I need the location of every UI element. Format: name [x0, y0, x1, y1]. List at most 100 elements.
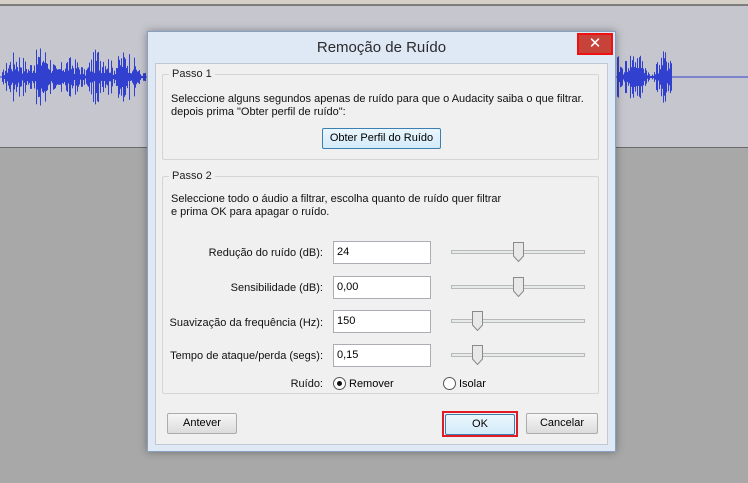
- waveform-sample: [119, 59, 120, 95]
- waveform-sample: [646, 70, 647, 84]
- waveform-sample: [47, 63, 48, 91]
- isolate-radio[interactable]: [443, 377, 456, 390]
- waveform-sample: [132, 71, 133, 83]
- isolate-option-label[interactable]: Isolar: [459, 378, 486, 390]
- cancel-button[interactable]: Cancelar: [526, 413, 598, 434]
- slider-thumb[interactable]: [472, 345, 483, 365]
- waveform-sample: [87, 68, 88, 86]
- sensitivity-label: Sensibilidade (dB):: [230, 282, 323, 294]
- waveform-sample: [661, 57, 662, 97]
- waveform-sample: [104, 73, 105, 81]
- slider-thumb[interactable]: [472, 311, 483, 331]
- waveform-sample: [105, 66, 106, 88]
- waveform-sample: [12, 71, 13, 83]
- attack-decay-field[interactable]: 0,15: [333, 344, 431, 367]
- attack-decay-slider[interactable]: [451, 345, 585, 365]
- remove-radio[interactable]: [333, 377, 346, 390]
- waveform-sample: [34, 65, 35, 89]
- slider-thumb[interactable]: [513, 242, 524, 262]
- waveform-sample: [107, 68, 108, 86]
- waveform-sample: [638, 68, 639, 86]
- ok-button[interactable]: OK: [445, 414, 515, 435]
- waveform-sample: [58, 69, 59, 85]
- frequency-smoothing-label: Suavização da frequência (Hz):: [169, 317, 323, 329]
- waveform-sample: [99, 70, 100, 84]
- waveform-sample: [651, 75, 652, 79]
- waveform-sample: [59, 69, 60, 85]
- waveform-sample: [80, 74, 81, 80]
- step1-instruction-line2: depois prima "Obter perfil de ruído":: [171, 106, 346, 118]
- waveform-sample: [52, 70, 53, 84]
- waveform-sample: [65, 68, 66, 86]
- waveform-sample: [620, 66, 621, 88]
- waveform-sample: [5, 70, 6, 84]
- waveform-sample: [643, 68, 644, 86]
- waveform-sample: [93, 52, 94, 102]
- waveform-sample: [18, 71, 19, 83]
- close-button[interactable]: ✕: [577, 33, 613, 55]
- remove-option-label[interactable]: Remover: [349, 378, 394, 390]
- waveform-sample: [9, 65, 10, 89]
- sensitivity-field[interactable]: 0,00: [333, 276, 431, 299]
- waveform-sample: [617, 57, 618, 97]
- waveform-sample: [115, 74, 116, 80]
- waveform-sample: [55, 65, 56, 89]
- waveform-sample: [619, 71, 620, 83]
- waveform-sample: [61, 62, 62, 92]
- preview-button[interactable]: Antever: [167, 413, 237, 434]
- waveform-sample: [79, 69, 80, 85]
- waveform-sample: [629, 70, 630, 84]
- waveform-sample: [69, 58, 70, 96]
- waveform-sample: [19, 57, 20, 97]
- waveform-sample: [671, 63, 672, 91]
- waveform-sample: [118, 56, 119, 98]
- waveform-sample: [97, 52, 98, 102]
- waveform-sample: [666, 61, 667, 93]
- waveform-sample: [141, 75, 142, 79]
- waveform-sample: [624, 72, 625, 82]
- waveform-sample: [32, 72, 33, 82]
- waveform-sample: [102, 67, 103, 87]
- waveform-sample: [86, 70, 87, 84]
- waveform-sample: [82, 67, 83, 87]
- noise-reduction-label: Redução do ruído (dB):: [208, 247, 323, 259]
- step1-instruction-line1: Seleccione alguns segundos apenas de ruí…: [171, 93, 584, 105]
- waveform-sample: [28, 69, 29, 85]
- waveform-sample: [103, 61, 104, 93]
- waveform-sample: [640, 55, 641, 99]
- waveform-sample: [100, 61, 101, 93]
- noise-reduction-field[interactable]: 24: [333, 241, 431, 264]
- waveform-sample: [7, 72, 8, 82]
- waveform-sample: [25, 61, 26, 93]
- slider-thumb[interactable]: [513, 277, 524, 297]
- waveform-sample: [142, 76, 143, 78]
- waveform-sample: [625, 60, 626, 94]
- waveform-sample: [10, 61, 11, 93]
- frequency-smoothing-slider[interactable]: [451, 311, 585, 331]
- waveform-sample: [660, 69, 661, 85]
- waveform-sample: [621, 67, 622, 87]
- waveform-sample: [639, 57, 640, 97]
- waveform-sample: [98, 51, 99, 103]
- frequency-smoothing-field[interactable]: 150: [333, 310, 431, 333]
- close-icon: ✕: [588, 35, 602, 52]
- waveform-sample: [63, 70, 64, 84]
- waveform-sample: [627, 72, 628, 82]
- waveform-sample: [664, 58, 665, 96]
- sensitivity-slider[interactable]: [451, 277, 585, 297]
- waveform-sample: [648, 72, 649, 82]
- waveform-sample: [27, 72, 28, 82]
- noise-reduction-slider[interactable]: [451, 242, 585, 262]
- waveform-sample: [632, 60, 633, 94]
- waveform-sample: [662, 65, 663, 89]
- waveform-sample: [50, 59, 51, 95]
- waveform-sample: [33, 70, 34, 84]
- waveform-sample: [633, 56, 634, 98]
- waveform-sample: [655, 74, 656, 80]
- waveform-sample: [130, 73, 131, 81]
- waveform-sample: [644, 73, 645, 81]
- waveform-sample: [44, 62, 45, 92]
- waveform-sample: [46, 63, 47, 91]
- waveform-sample: [72, 65, 73, 89]
- get-noise-profile-button[interactable]: Obter Perfil do Ruído: [322, 128, 441, 149]
